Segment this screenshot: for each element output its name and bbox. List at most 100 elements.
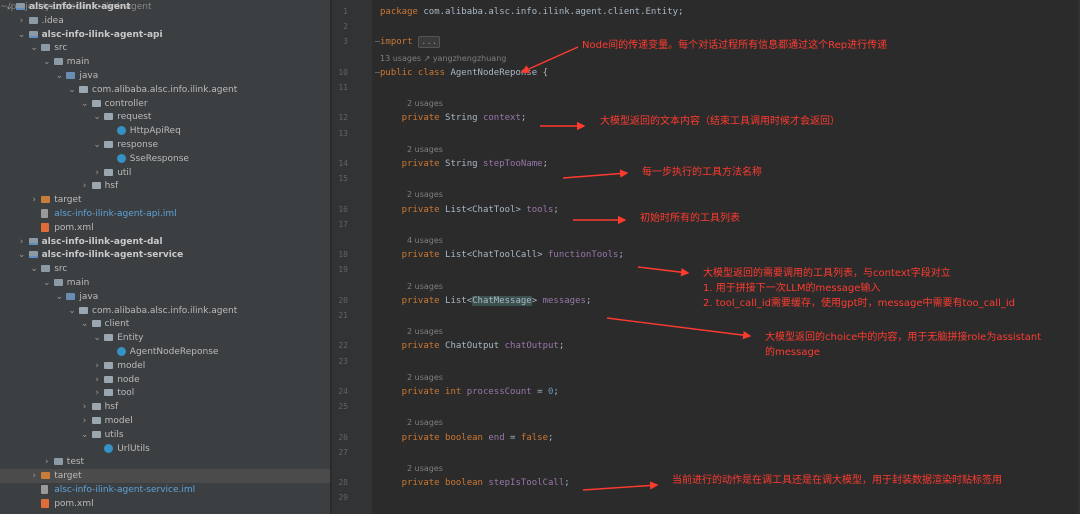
tree-item[interactable]: ⌄ request [0,110,330,124]
tree-item-label: SseResponse [129,153,189,164]
code-line[interactable]: private String stepTooName; [380,159,548,169]
usages-hint[interactable]: 2 usages [407,282,443,291]
folded-imports[interactable]: ... [417,36,441,49]
tree-item[interactable]: ⌄ utils [0,428,330,442]
tree-item[interactable]: ⌄ com.alibaba.alsc.info.ilink.agent [0,304,330,318]
code-line[interactable]: import ... [380,36,441,49]
tree-item[interactable]: ⌄ alsc-info-ilink-agent-service [0,248,330,262]
usages-hint[interactable]: 2 usages [407,464,443,473]
line-number: 17 [338,219,348,229]
usages-hint[interactable]: 2 usages [407,145,443,154]
tree-item[interactable]: SseResponse [0,152,330,166]
chevron-down-icon[interactable]: ⌄ [80,317,90,331]
chevron-down-icon[interactable]: ⌄ [42,55,52,69]
code-line[interactable]: private List<ChatMessage> messages; [380,295,591,306]
chevron-right-icon[interactable]: › [92,359,102,373]
fold-icon[interactable]: − [374,37,381,46]
usages-hint[interactable]: 13 usages ↗ yangzhengzhuang [380,54,506,63]
code-line[interactable]: private String context; [380,113,527,123]
chevron-down-icon[interactable]: ⌄ [4,0,14,14]
tree-item[interactable]: ⌄ alsc-info-ilink-agent-api [0,28,330,42]
usages-hint[interactable]: 2 usages [407,190,443,199]
tree-item[interactable]: ⌄ main [0,55,330,69]
code-line[interactable]: private int processCount = 0; [380,387,559,397]
tree-item[interactable]: ⌄ controller [0,97,330,111]
usages-hint[interactable]: 2 usages [407,327,443,336]
tree-item[interactable]: ⌄ Entity [0,331,330,345]
fold-icon[interactable]: − [374,68,381,77]
chevron-right-icon[interactable]: › [80,400,90,414]
chevron-right-icon[interactable]: › [80,179,90,193]
tree-item[interactable]: ⌄ src [0,262,330,276]
tree-item[interactable]: HttpApiReq [0,124,330,138]
line-number: 18 [338,250,348,260]
chevron-right-icon[interactable]: › [17,14,27,28]
tree-item-label: java [79,71,99,81]
chevron-down-icon[interactable]: ⌄ [92,110,102,124]
tree-item[interactable]: › model [0,359,330,373]
chevron-right-icon[interactable]: › [92,166,102,180]
tree-item[interactable]: › node [0,373,330,387]
tree-item[interactable]: › hsf [0,179,330,193]
tree-item[interactable]: ⌄ src [0,41,330,55]
tree-item[interactable]: ⌄ com.alibaba.alsc.info.ilink.agent [0,83,330,97]
usages-hint[interactable]: 4 usages [407,236,443,245]
chevron-down-icon[interactable]: ⌄ [67,83,77,97]
chevron-down-icon[interactable]: ⌄ [92,138,102,152]
code-line[interactable]: private List<ChatTool> tools; [380,205,559,215]
tree-item[interactable]: › alsc-info-ilink-agent-dal [0,235,330,249]
code-line[interactable]: private ChatOutput chatOutput; [380,341,565,351]
tree-item[interactable]: ⌄ java [0,69,330,83]
tree-item[interactable]: › util [0,166,330,180]
code-line[interactable]: private boolean stepIsToolCall; [380,478,570,488]
usages-hint[interactable]: 2 usages [407,99,443,108]
chevron-down-icon[interactable]: ⌄ [17,248,27,262]
usages-hint[interactable]: 2 usages [407,418,443,427]
chevron-right-icon[interactable]: › [17,235,27,249]
chevron-down-icon[interactable]: ⌄ [80,428,90,442]
tree-item-label: UrlUtils [117,443,150,454]
package-icon [79,306,88,314]
tree-item[interactable]: alsc-info-ilink-agent-service.iml [0,483,330,497]
tree-item[interactable]: ⌄ java [0,290,330,304]
chevron-right-icon[interactable]: › [80,414,90,428]
chevron-right-icon[interactable]: › [29,193,39,207]
chevron-right-icon[interactable]: › [29,469,39,483]
chevron-right-icon[interactable]: › [42,455,52,469]
chevron-down-icon[interactable]: ⌄ [54,290,64,304]
chevron-down-icon[interactable]: ⌄ [42,276,52,290]
chevron-down-icon[interactable]: ⌄ [54,69,64,83]
tree-item[interactable]: AgentNodeReponse [0,345,330,359]
tree-item[interactable]: ⌄ main [0,276,330,290]
tree-item[interactable]: ⌄ alsc-info-ilink-agent ~/project/yzz/alsc… [0,0,330,14]
code-text: com.alibaba.alsc.info.ilink.agent.client… [423,7,684,17]
tree-item[interactable]: UrlUtils [0,442,330,456]
line-number: 28 [338,478,348,488]
chevron-down-icon[interactable]: ⌄ [29,41,39,55]
code-line[interactable]: public class AgentNodeReponse { [380,68,548,78]
chevron-right-icon[interactable]: › [92,373,102,387]
chevron-down-icon[interactable]: ⌄ [17,28,27,42]
tree-item[interactable]: pom.xml [0,497,330,511]
tree-item[interactable]: › model [0,414,330,428]
tree-item[interactable]: › target [0,193,330,207]
tree-item[interactable]: › tool [0,386,330,400]
code-line[interactable]: private List<ChatToolCall> functionTools… [380,250,624,260]
code-line[interactable]: package com.alibaba.alsc.info.ilink.agen… [380,7,683,17]
usages-hint[interactable]: 2 usages [407,373,443,382]
tree-item[interactable]: ⌄ client [0,317,330,331]
tree-item[interactable]: › target [0,469,330,484]
tree-item[interactable]: › test [0,455,330,469]
tree-item[interactable]: › .idea [0,14,330,28]
chevron-down-icon[interactable]: ⌄ [29,262,39,276]
tree-item[interactable]: alsc-info-ilink-agent-api.iml [0,207,330,221]
chevron-right-icon[interactable]: › [92,386,102,400]
tree-item[interactable]: pom.xml [0,221,330,235]
chevron-down-icon[interactable]: ⌄ [92,331,102,345]
line-number: 26 [338,432,348,442]
chevron-down-icon[interactable]: ⌄ [67,304,77,318]
tree-item[interactable]: ⌄ response [0,138,330,152]
chevron-down-icon[interactable]: ⌄ [80,97,90,111]
code-line[interactable]: private boolean end = false; [380,433,554,443]
tree-item[interactable]: › hsf [0,400,330,414]
